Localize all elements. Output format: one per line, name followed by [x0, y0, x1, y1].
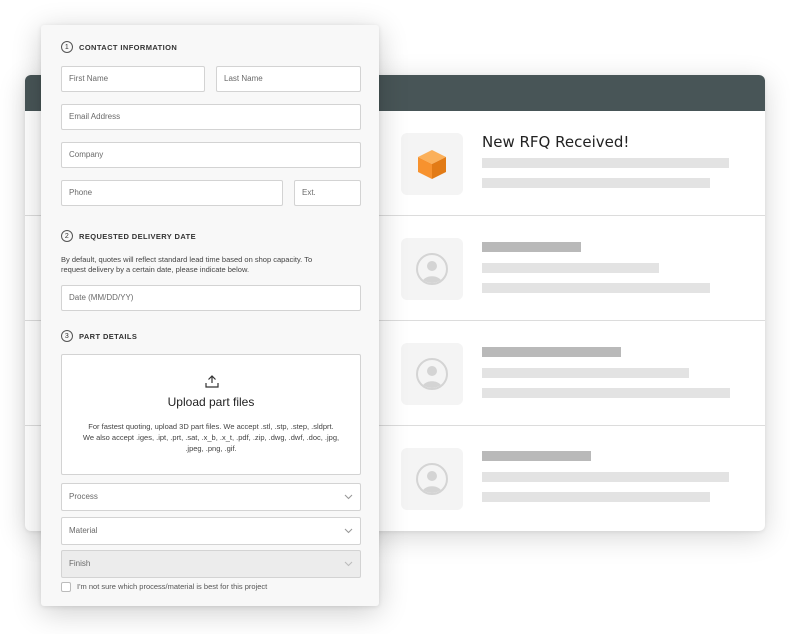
email-input[interactable]: Email Address [61, 104, 361, 130]
chevron-down-icon [344, 528, 353, 534]
placeholder-bar [482, 472, 729, 482]
description-line: By default, quotes will reflect standard… [61, 255, 313, 264]
process-select[interactable]: Process [61, 483, 361, 511]
placeholder-bar [482, 283, 710, 293]
user-avatar-icon [416, 358, 448, 390]
first-name-input[interactable]: First Name [61, 66, 205, 92]
step-number: 1 [61, 41, 73, 53]
box-icon [401, 133, 463, 195]
contact-section-heading: 1 CONTACT INFORMATION [61, 41, 177, 53]
phone-input[interactable]: Phone [61, 180, 283, 206]
avatar-tile [401, 448, 463, 510]
step-number: 3 [61, 330, 73, 342]
upload-title: Upload part files [167, 395, 255, 409]
user-avatar-icon [416, 253, 448, 285]
material-select[interactable]: Material [61, 517, 361, 545]
placeholder-bar [482, 368, 689, 378]
upload-dropzone[interactable]: Upload part files For fastest quoting, u… [61, 354, 361, 475]
parts-section-heading: 3 PART DETAILS [61, 330, 137, 342]
delivery-section-heading: 2 REQUESTED DELIVERY DATE [61, 230, 196, 242]
placeholder-bar [482, 242, 581, 252]
step-number: 2 [61, 230, 73, 242]
upload-description: For fastest quoting, upload 3D part file… [74, 421, 348, 454]
rfq-form: 1 CONTACT INFORMATION First Name Last Na… [41, 25, 379, 606]
phone-ext-input[interactable]: Ext. [294, 180, 361, 206]
row-title: New RFQ Received! [482, 133, 630, 151]
section-title: REQUESTED DELIVERY DATE [79, 231, 196, 241]
chevron-down-icon [344, 494, 353, 500]
finish-select[interactable]: Finish [61, 550, 361, 578]
section-title: CONTACT INFORMATION [79, 42, 178, 52]
user-avatar-icon [416, 463, 448, 495]
avatar-tile [401, 343, 463, 405]
placeholder-bar [482, 178, 710, 188]
section-title: PART DETAILS [79, 331, 138, 341]
placeholder-bar [482, 388, 730, 398]
description-line: We also accept .iges, .ipt, .prt, .sat, … [82, 433, 340, 442]
delivery-date-input[interactable]: Date (MM/DD/YY) [61, 285, 361, 311]
avatar-tile [401, 238, 463, 300]
description-line: .jpeg, .png, .gif. [185, 444, 237, 453]
upload-icon [205, 375, 219, 388]
description-line: request delivery by a certain date, plea… [61, 265, 250, 274]
select-value: Process [69, 492, 98, 501]
company-input[interactable]: Company [61, 142, 361, 168]
placeholder-bar [482, 158, 729, 168]
select-value: Material [69, 526, 98, 535]
description-line: For fastest quoting, upload 3D part file… [88, 422, 334, 431]
placeholder-bar [482, 451, 591, 461]
last-name-input[interactable]: Last Name [216, 66, 361, 92]
unsure-checkbox-label[interactable]: I'm not sure which process/material is b… [77, 582, 267, 592]
select-value: Finish [69, 559, 91, 568]
unsure-checkbox[interactable] [61, 582, 71, 592]
chevron-down-icon [344, 561, 353, 567]
placeholder-bar [482, 347, 621, 357]
placeholder-bar [482, 492, 710, 502]
delivery-description: By default, quotes will reflect standard… [61, 255, 361, 275]
placeholder-bar [482, 263, 659, 273]
